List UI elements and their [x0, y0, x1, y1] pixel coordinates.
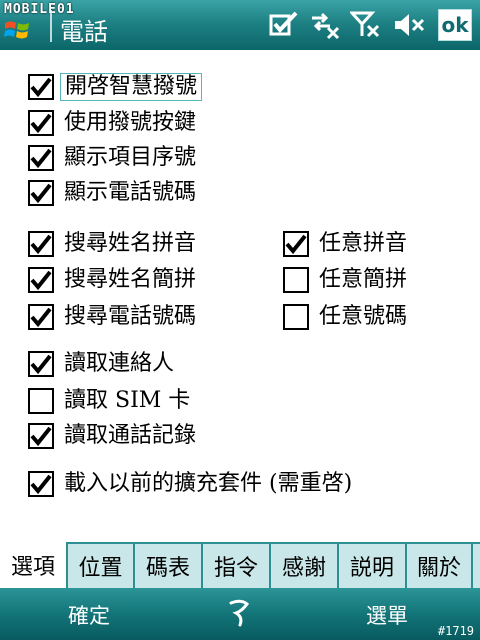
checkbox-show-index[interactable]: 顯示項目序號 [28, 143, 196, 173]
checkbox-read-sim[interactable]: 讀取 SIM 卡 [28, 386, 190, 416]
check-mark-icon [30, 234, 52, 255]
checkbox-label: 載入以前的擴充套件 (需重啓) [64, 471, 353, 496]
checklist-icon[interactable] [268, 10, 302, 40]
checkbox-label: 使用撥號按鍵 [64, 110, 197, 135]
checkbox-box[interactable] [283, 231, 309, 257]
tab-thanks[interactable]: 感謝 [271, 544, 339, 588]
check-mark-icon [285, 234, 307, 255]
checkbox-label: 任意號碼 [319, 304, 408, 329]
checkbox-box[interactable] [28, 304, 54, 330]
checkbox-label: 開啓智慧撥號 [60, 73, 203, 101]
title-separator [50, 10, 52, 42]
checkbox-label: 顯示項目序號 [64, 145, 197, 170]
tab-about[interactable]: 關於 [407, 544, 473, 588]
checkbox-box[interactable] [28, 471, 54, 497]
checkbox-any-pinyin[interactable]: 任意拼音 [283, 229, 407, 259]
menu-softkey[interactable]: 選單 [366, 600, 408, 630]
speaker-mute-icon[interactable] [392, 10, 426, 40]
checkbox-label: 任意拼音 [319, 231, 408, 256]
checkbox-label: 搜尋電話號碼 [64, 304, 197, 329]
checkbox-box[interactable] [283, 304, 309, 330]
confirm-softkey[interactable]: 確定 [68, 600, 110, 630]
tab-stopwatch[interactable]: 碼表 [135, 544, 203, 588]
checkbox-label: 讀取 SIM 卡 [64, 388, 191, 413]
checkbox-label: 任意簡拼 [319, 267, 408, 292]
check-mark-icon [30, 354, 52, 375]
tab-commands[interactable]: 指令 [203, 544, 271, 588]
signal-off-icon[interactable] [350, 10, 384, 40]
check-mark-icon [30, 307, 52, 328]
softkey-bar: 確定 選單 #1719 [0, 588, 480, 640]
check-mark-icon [30, 77, 52, 98]
checkbox-box[interactable] [28, 267, 54, 293]
checkbox-box[interactable] [28, 180, 54, 206]
ok-button[interactable]: ok [438, 9, 472, 41]
checkbox-smart-dial[interactable]: 開啓智慧撥號 [28, 72, 203, 102]
data-connection-off-icon[interactable] [308, 10, 342, 40]
check-mark-icon [30, 148, 52, 169]
checkbox-box[interactable] [28, 74, 54, 100]
checkbox-read-call-log[interactable]: 讀取通話記錄 [28, 421, 196, 451]
checkbox-search-pinyin[interactable]: 搜尋姓名拼音 [28, 229, 196, 259]
checkbox-label: 搜尋姓名拼音 [64, 231, 197, 256]
checkbox-box[interactable] [28, 110, 54, 136]
check-mark-icon [30, 183, 52, 204]
checkbox-box[interactable] [28, 231, 54, 257]
checkbox-any-abbr[interactable]: 任意簡拼 [283, 265, 407, 295]
checkbox-read-contacts[interactable]: 讀取連絡人 [28, 349, 174, 379]
checkbox-search-abbr[interactable]: 搜尋姓名簡拼 [28, 265, 196, 295]
checkbox-box[interactable] [28, 351, 54, 377]
keyboard-input-icon[interactable] [227, 597, 253, 627]
checkbox-box[interactable] [28, 423, 54, 449]
check-mark-icon [30, 270, 52, 291]
check-mark-icon [30, 113, 52, 134]
title-bar: MOBILE01 電話 ok [0, 0, 480, 50]
checkbox-show-number[interactable]: 顯示電話號碼 [28, 178, 196, 208]
checkbox-box[interactable] [28, 145, 54, 171]
checkbox-box[interactable] [283, 267, 309, 293]
checkbox-search-phone[interactable]: 搜尋電話號碼 [28, 302, 196, 332]
checkbox-label: 顯示電話號碼 [64, 180, 197, 205]
tab-options[interactable]: 選項 [0, 542, 68, 588]
tab-help[interactable]: 説明 [339, 544, 407, 588]
checkbox-dial-keys[interactable]: 使用撥號按鍵 [28, 108, 196, 138]
watermark-id: #1719 [437, 624, 474, 638]
check-mark-icon [30, 426, 52, 447]
app-title: 電話 [60, 18, 108, 46]
checkbox-load-legacy-addons[interactable]: 載入以前的擴充套件 (需重啓) [28, 469, 352, 499]
checkbox-label: 搜尋姓名簡拼 [64, 267, 197, 292]
checkbox-box[interactable] [28, 388, 54, 414]
checkbox-label: 讀取連絡人 [64, 351, 175, 376]
tab-location[interactable]: 位置 [68, 544, 135, 588]
windows-start-icon[interactable] [3, 17, 33, 43]
check-mark-icon [30, 474, 52, 495]
checkbox-label: 讀取通話記錄 [64, 423, 197, 448]
checkbox-any-number[interactable]: 任意號碼 [283, 302, 407, 332]
tab-strip: 選項 位置 碼表 指令 感謝 説明 關於 [0, 542, 480, 588]
